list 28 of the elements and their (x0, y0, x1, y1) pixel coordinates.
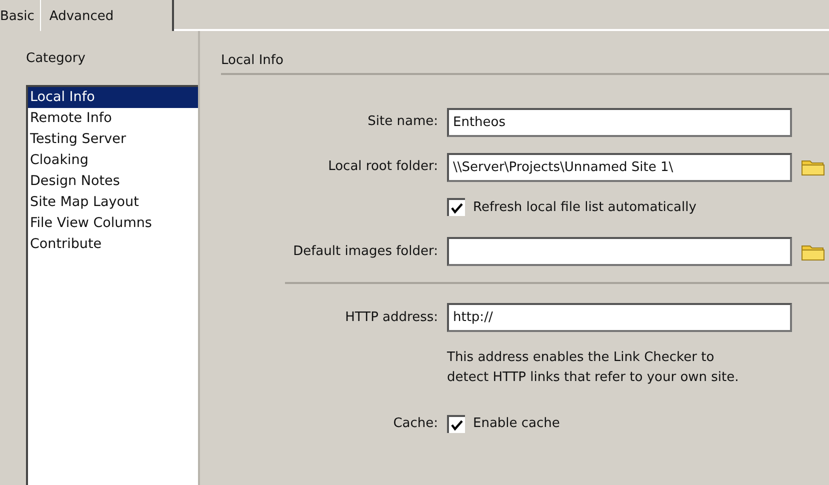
field-label: HTTP address: (344, 308, 439, 327)
category-item[interactable]: Design Notes (28, 170, 198, 192)
category-item[interactable]: Cloaking (28, 150, 198, 170)
path-field[interactable] (447, 237, 792, 266)
category-item[interactable]: Testing Server (28, 128, 198, 150)
field-label: Cache: (392, 415, 439, 433)
field-label: Default images folder: (292, 242, 439, 261)
category-item[interactable]: Contribute (28, 234, 198, 254)
tab[interactable]: Basic (0, 4, 40, 31)
folder-icon[interactable] (801, 242, 825, 260)
text-field[interactable]: Entheos (447, 108, 792, 136)
path-field[interactable]: \\Server\Projects\Unnamed Site 1\ (447, 152, 792, 182)
checkbox-label: Enable cache (473, 415, 560, 433)
field-label: Local root folder: (327, 158, 439, 176)
category-item[interactable]: Remote Info (28, 108, 198, 128)
category-item[interactable]: Site Map Layout (28, 192, 198, 212)
checkbox[interactable] (447, 414, 465, 433)
checkbox[interactable] (447, 198, 465, 216)
category-item[interactable]: Local Info (28, 86, 198, 108)
field-label: Site name: (366, 113, 439, 132)
section-title: Local Info (221, 51, 829, 74)
category-item[interactable]: File View Columns (28, 212, 198, 234)
checkbox-label: Refresh local file list automatically (473, 198, 696, 216)
help-text: This address enables the Link Checker to detect HTTP links that refer to your own site. (447, 349, 740, 387)
category-label: Category (26, 50, 86, 68)
text-field[interactable]: http:// (447, 303, 792, 332)
tab[interactable]: Advanced (40, 0, 174, 31)
folder-icon[interactable] (801, 158, 825, 176)
